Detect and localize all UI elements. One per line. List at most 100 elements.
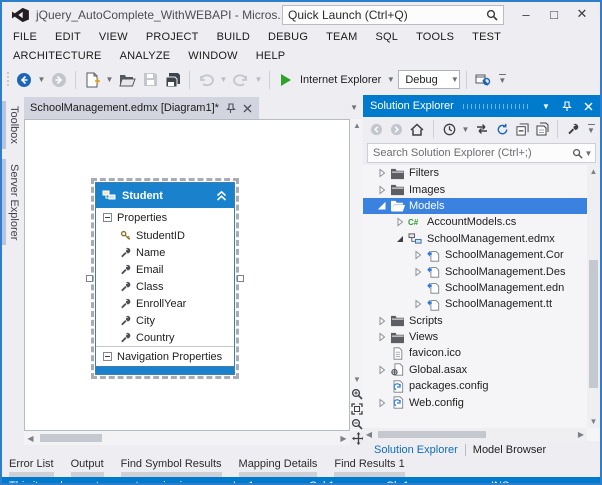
scroll-left-arrow[interactable]: ◀: [363, 428, 375, 441]
expand-arrow-icon[interactable]: [377, 168, 387, 178]
start-debug-button[interactable]: [276, 70, 296, 90]
scroll-up-arrow[interactable]: ▲: [587, 165, 601, 178]
expand-arrow-icon[interactable]: [377, 398, 387, 408]
collapse-chevrons-icon[interactable]: [215, 190, 228, 202]
redo-dropdown[interactable]: ▼: [254, 75, 263, 84]
run-target-label[interactable]: Internet Explorer: [300, 74, 381, 86]
properties-section-header[interactable]: Properties: [96, 208, 234, 227]
entity-selection-frame[interactable]: Student Properties StudentID Name Email …: [86, 178, 244, 379]
tree-item-images[interactable]: Images: [363, 181, 587, 197]
tree-item-scripts[interactable]: Scripts: [363, 313, 587, 329]
property-row[interactable]: Name: [96, 244, 234, 261]
menu-analyze[interactable]: ANALYZE: [111, 47, 180, 66]
menu-build[interactable]: BUILD: [208, 28, 259, 47]
expand-arrow-icon[interactable]: [377, 365, 387, 375]
new-item-button[interactable]: [82, 70, 102, 90]
expand-arrow-icon[interactable]: [377, 332, 387, 342]
collapse-minus-icon[interactable]: [103, 213, 112, 222]
solution-search-input[interactable]: [368, 147, 571, 159]
expand-arrow-icon[interactable]: [413, 267, 423, 277]
menu-edit[interactable]: EDIT: [46, 28, 90, 47]
property-row[interactable]: Email: [96, 261, 234, 278]
menu-project[interactable]: PROJECT: [137, 28, 208, 47]
configuration-combo[interactable]: Debug ▼: [398, 70, 461, 89]
quick-launch[interactable]: [282, 5, 504, 25]
property-row[interactable]: StudentID: [96, 227, 234, 244]
toolbar-grip[interactable]: [6, 71, 11, 89]
menu-test[interactable]: TEST: [463, 28, 510, 47]
redo-button[interactable]: [231, 70, 251, 90]
scroll-thumb[interactable]: [40, 434, 102, 442]
find-in-files-button[interactable]: [473, 70, 493, 90]
tab-server-explorer[interactable]: Server Explorer: [2, 158, 22, 246]
se-properties-button[interactable]: [565, 119, 581, 139]
navigate-back-button[interactable]: [14, 70, 34, 90]
tab-toolbox[interactable]: Toolbox: [2, 101, 22, 149]
scroll-thumb[interactable]: [589, 260, 598, 388]
se-collapse-all-button[interactable]: [514, 119, 530, 139]
editor-vertical-scrollbar[interactable]: ▲ ▼: [350, 119, 364, 431]
scroll-up-arrow[interactable]: ▲: [350, 119, 364, 132]
collapse-arrow-icon[interactable]: [395, 234, 405, 244]
tree-item-favicon[interactable]: favicon.ico: [363, 345, 587, 361]
tab-find-symbol-results[interactable]: Find Symbol Results: [120, 458, 222, 477]
document-list-dropdown[interactable]: ▼: [350, 103, 358, 112]
close-tab-icon[interactable]: [242, 103, 253, 114]
property-row[interactable]: City: [96, 312, 234, 329]
se-sync-with-active-document-button[interactable]: [474, 119, 490, 139]
expand-arrow-icon[interactable]: [413, 299, 423, 309]
navigate-forward-button[interactable]: [49, 70, 69, 90]
expand-arrow-icon[interactable]: [377, 316, 387, 326]
expand-arrow-icon[interactable]: [413, 250, 423, 260]
tree-item-schoolmanagement-edmx[interactable]: SchoolManagement.edmx: [363, 231, 587, 247]
tree-item-models[interactable]: Models: [363, 197, 587, 215]
tab-mapping-details[interactable]: Mapping Details: [238, 458, 318, 477]
menu-tools[interactable]: TOOLS: [407, 28, 463, 47]
resize-handle-left[interactable]: [86, 274, 93, 282]
maximize-button[interactable]: □: [540, 2, 568, 26]
expand-arrow-icon[interactable]: [377, 185, 387, 195]
se-vertical-scrollbar[interactable]: ▲ ▼: [587, 165, 600, 428]
menu-sql[interactable]: SQL: [366, 28, 407, 47]
tab-find-results-1[interactable]: Find Results 1: [334, 458, 405, 477]
tree-item-accountmodels[interactable]: C# AccountModels.cs: [363, 214, 587, 230]
se-back-button[interactable]: [368, 119, 384, 139]
close-panel-icon[interactable]: [580, 98, 596, 114]
tab-output[interactable]: Output: [70, 458, 104, 477]
menu-view[interactable]: VIEW: [90, 28, 137, 47]
collapse-arrow-icon[interactable]: [377, 201, 387, 211]
tab-error-list[interactable]: Error List: [9, 458, 54, 477]
zoom-out-button[interactable]: [350, 416, 364, 431]
navigation-section-header[interactable]: Navigation Properties: [96, 346, 234, 366]
entity-header[interactable]: Student: [96, 183, 234, 208]
scroll-down-arrow[interactable]: ▼: [587, 415, 601, 428]
undo-dropdown[interactable]: ▼: [219, 75, 228, 84]
tree-item-schoolmanagement-diagram[interactable]: SchoolManagement.edn: [363, 280, 587, 296]
pin-icon[interactable]: [225, 102, 236, 114]
se-home-button[interactable]: [408, 119, 426, 139]
expand-arrow-icon[interactable]: [395, 217, 405, 227]
se-pending-changes-filter-button[interactable]: [441, 119, 457, 139]
save-button[interactable]: [140, 70, 160, 90]
collapse-minus-icon[interactable]: [103, 352, 112, 361]
entity-student[interactable]: Student Properties StudentID Name Email …: [95, 182, 235, 375]
tree-item-packages-config[interactable]: packages.config: [363, 378, 587, 394]
configuration-dropdown[interactable]: ▼: [450, 75, 459, 84]
se-forward-button[interactable]: [388, 119, 404, 139]
tree-item-web-config[interactable]: Web.config: [363, 394, 587, 410]
search-icon[interactable]: [571, 147, 584, 160]
navigate-back-dropdown[interactable]: ▼: [37, 75, 46, 84]
run-target-dropdown[interactable]: ▼: [386, 75, 395, 84]
tree-item-views[interactable]: Views: [363, 329, 587, 345]
menu-window[interactable]: WINDOW: [179, 47, 246, 66]
tree-item-schoolmanagement-tt[interactable]: SchoolManagement.tt: [363, 296, 587, 312]
tree-item-filters[interactable]: Filters: [363, 165, 587, 181]
property-row[interactable]: Country: [96, 329, 234, 346]
se-show-all-files-button[interactable]: [534, 119, 550, 139]
close-button[interactable]: ✕: [568, 2, 596, 26]
scroll-down-arrow[interactable]: ▼: [350, 373, 364, 386]
scroll-right-arrow[interactable]: ▶: [337, 432, 350, 445]
se-refresh-button[interactable]: [494, 119, 510, 139]
tab-model-browser[interactable]: Model Browser: [466, 444, 553, 456]
toolbar-overflow-button[interactable]: ▼: [496, 74, 508, 85]
